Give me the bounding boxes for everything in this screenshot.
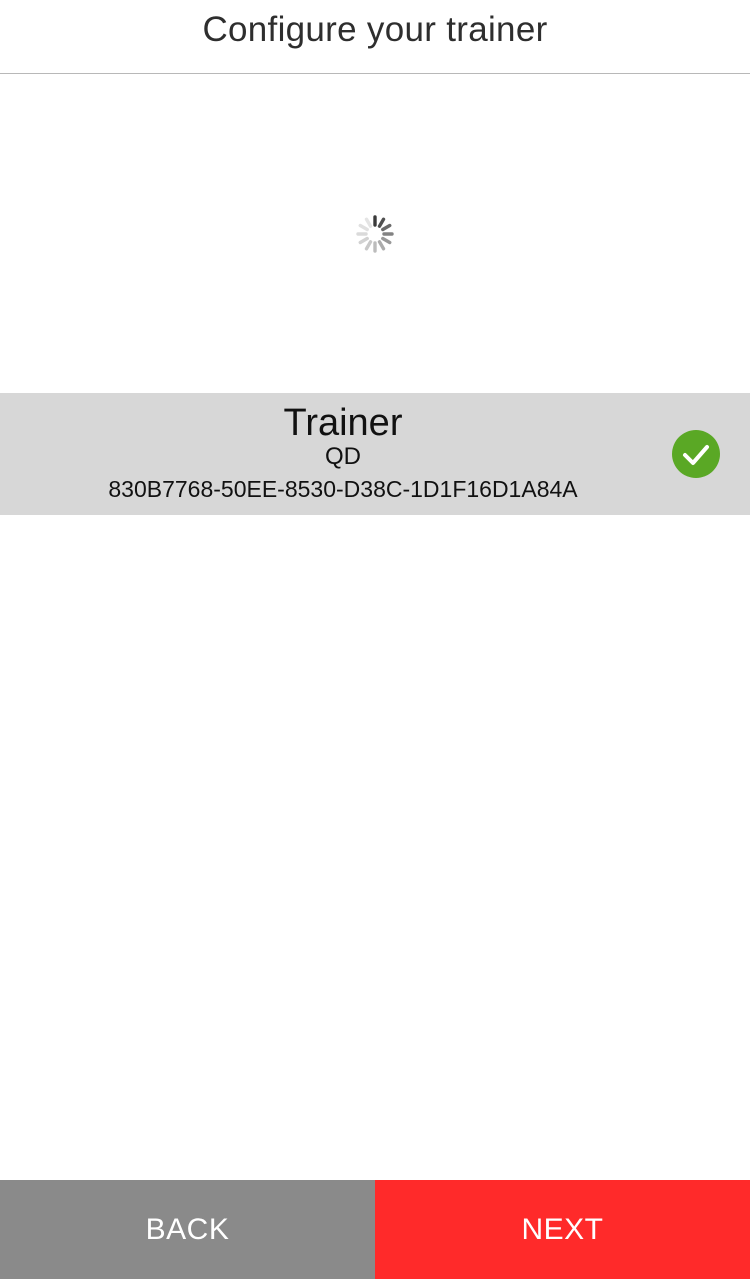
device-type: QD: [325, 443, 361, 470]
device-list-item[interactable]: Trainer QD 830B7768-50EE-8530-D38C-1D1F1…: [0, 393, 750, 515]
device-name: Trainer: [283, 402, 403, 444]
page-title: Configure your trainer: [202, 10, 548, 49]
device-id: 830B7768-50EE-8530-D38C-1D1F16D1A84A: [108, 476, 578, 502]
back-button[interactable]: BACK: [0, 1180, 375, 1279]
spinner-icon: [355, 214, 395, 254]
check-circle-icon: [672, 430, 720, 478]
header-bar: Configure your trainer: [0, 0, 750, 74]
next-button[interactable]: NEXT: [375, 1180, 750, 1279]
footer-bar: BACK NEXT: [0, 1180, 750, 1279]
configure-trainer-screen: Configure your trainer Trainer QD 830B77…: [0, 0, 750, 1279]
